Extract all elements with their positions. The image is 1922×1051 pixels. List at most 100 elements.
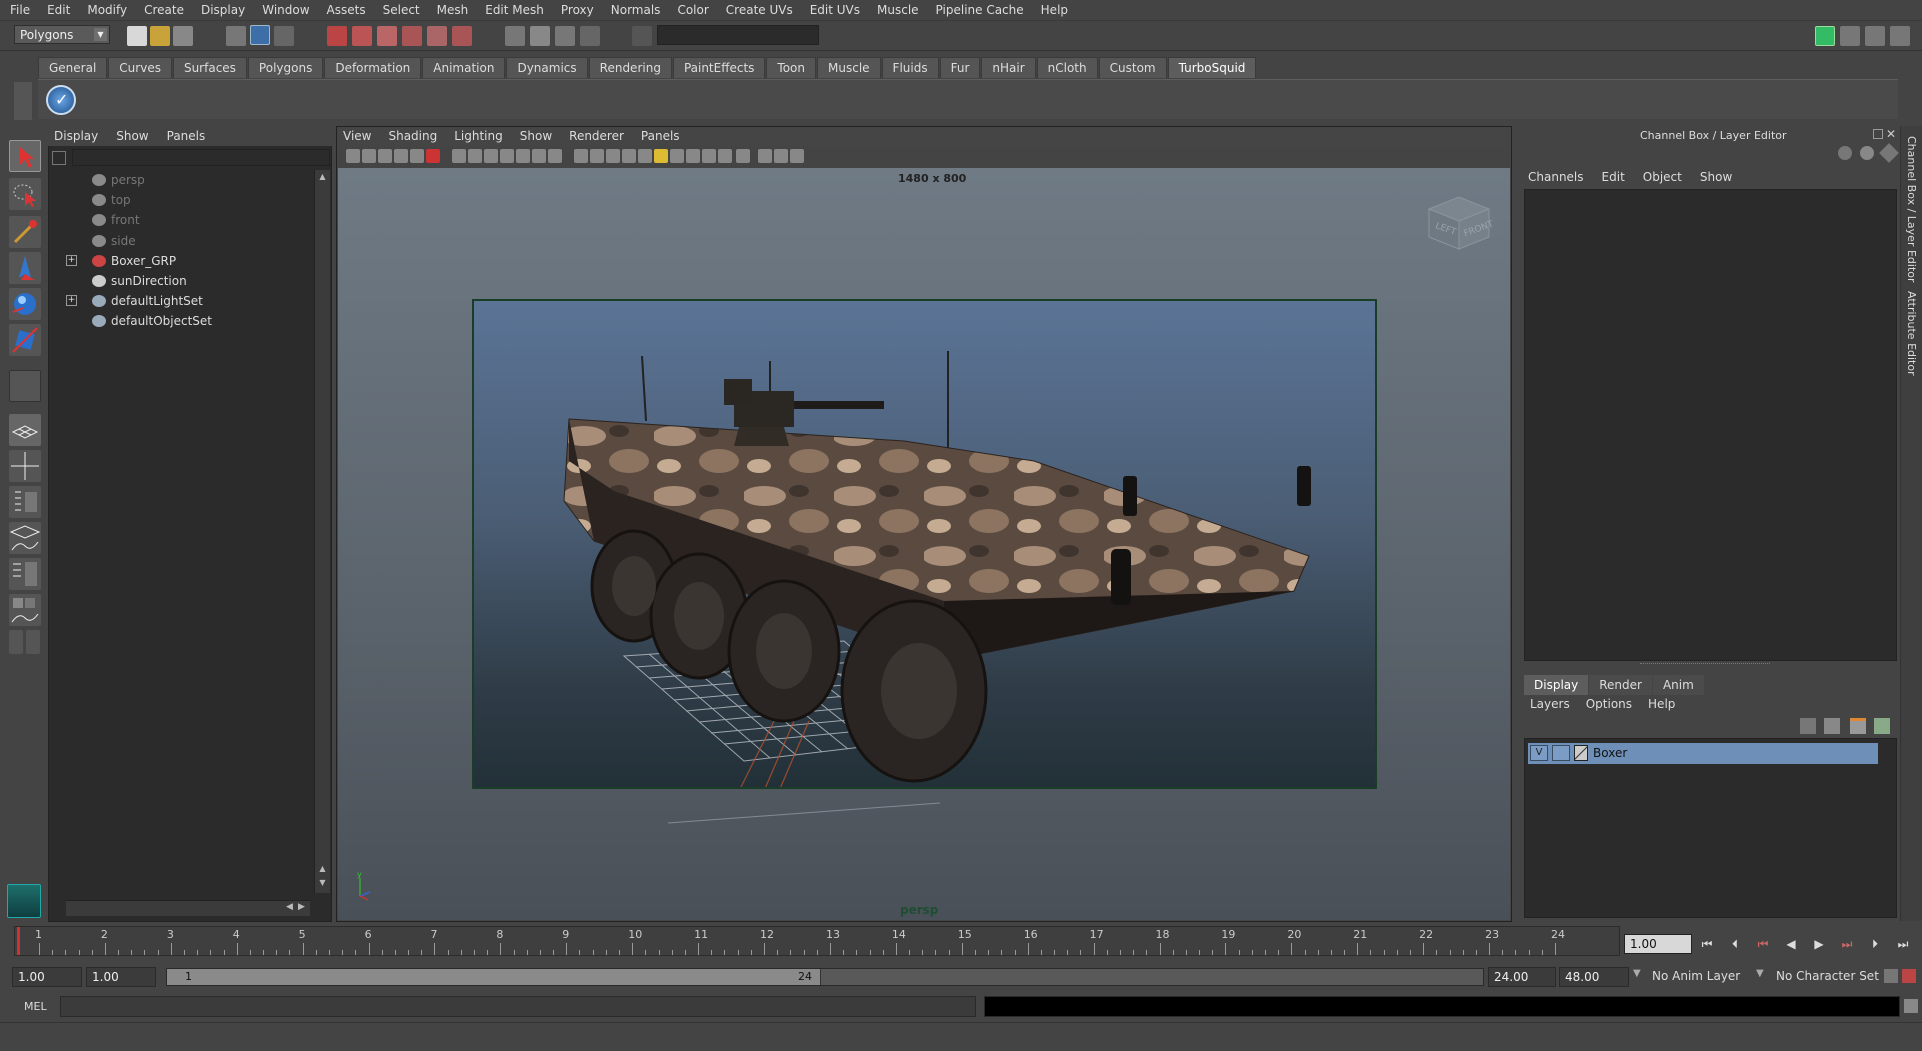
select-component-icon[interactable] [274,26,294,46]
shelf-tab-ncloth[interactable]: nCloth [1036,57,1098,78]
outliner-filter-field[interactable] [72,149,330,166]
attribute-editor-toggle-icon[interactable] [1840,26,1860,46]
outliner-item[interactable]: + Boxer_GRP [48,251,308,271]
shelf-tab-dynamics[interactable]: Dynamics [506,57,588,78]
safe-action-icon[interactable] [532,149,546,163]
layer-tab-anim[interactable]: Anim [1652,675,1704,695]
menu-window[interactable]: Window [262,3,309,17]
grid-icon[interactable] [452,149,466,163]
last-tool-icon[interactable] [9,370,41,402]
go-to-end-icon[interactable]: ⏭ [1894,936,1912,952]
outliner-item[interactable]: defaultObjectSet [48,311,308,331]
menu-select[interactable]: Select [383,3,420,17]
channel-menu-channels[interactable]: Channels [1528,170,1584,184]
bookmark-icon[interactable] [378,149,392,163]
step-forward-frame-icon[interactable]: ⏵ [1866,936,1884,952]
side-tab-channel-box[interactable]: Channel Box / Layer Editor [1905,136,1918,283]
menu-muscle[interactable]: Muscle [877,3,919,17]
scale-tool-icon[interactable] [9,324,41,356]
xray-icon[interactable] [758,149,772,163]
outliner-persp-layout-icon[interactable] [9,486,41,518]
select-tool-icon[interactable] [9,140,41,172]
float-panel-icon[interactable] [1873,129,1883,139]
menu-pipeline-cache[interactable]: Pipeline Cache [936,3,1024,17]
menu-set-selector[interactable]: Polygons ▼ [14,25,110,44]
pane-divider[interactable] [1640,663,1770,667]
viewport-menu-show[interactable]: Show [520,129,552,143]
menu-display[interactable]: Display [201,3,245,17]
new-scene-icon[interactable] [127,26,147,46]
manipulator-icon[interactable] [1838,146,1852,160]
shelf-options-icon[interactable] [14,82,32,120]
shelf-tab-curves[interactable]: Curves [108,57,172,78]
character-set-dropdown-icon[interactable]: ▼ [1756,968,1764,979]
step-back-frame-icon[interactable]: ⏴ [1726,936,1744,952]
film-gate-icon[interactable] [468,149,482,163]
single-pane-layout-icon[interactable] [9,414,41,446]
isolate-select-icon[interactable] [736,149,750,163]
camera-attributes-icon[interactable] [362,149,376,163]
menu-mesh[interactable]: Mesh [437,3,469,17]
menu-assets[interactable]: Assets [327,3,366,17]
channel-box-toggle-icon[interactable] [1890,26,1910,46]
layer-tab-render[interactable]: Render [1589,675,1652,695]
select-camera-icon[interactable] [346,149,360,163]
rotate-tool-icon[interactable] [9,288,41,320]
layout-toggle-icon[interactable] [1815,26,1835,46]
menu-proxy[interactable]: Proxy [561,3,594,17]
range-slider-handle[interactable]: 1 24 [167,969,821,985]
close-icon[interactable]: ✕ [1886,127,1896,141]
xray-joints-icon[interactable] [774,149,788,163]
layer-options-icon[interactable] [1874,718,1890,734]
viewport-menu-view[interactable]: View [343,129,371,143]
menu-edit-uvs[interactable]: Edit UVs [810,3,860,17]
shelf-tab-turbosquid[interactable]: TurboSquid [1167,57,1257,78]
step-forward-key-icon[interactable]: ⏭ [1838,936,1856,952]
command-input[interactable] [60,996,976,1017]
play-forwards-icon[interactable]: ▶ [1810,936,1828,952]
scroll-left-icon[interactable]: ◀ [286,902,293,912]
tool-settings-toggle-icon[interactable] [1865,26,1885,46]
menu-color[interactable]: Color [677,3,708,17]
shelf-tab-muscle[interactable]: Muscle [817,57,881,78]
default-material-icon[interactable] [606,149,620,163]
outliner-filter-icon[interactable] [52,151,66,165]
outliner-menu-display[interactable]: Display [54,129,98,143]
persp-graph-layout-icon[interactable] [9,594,41,626]
layer-tab-display[interactable]: Display [1524,675,1589,695]
custom-layout-2-icon[interactable] [26,630,40,654]
menu-normals[interactable]: Normals [611,3,661,17]
menu-help[interactable]: Help [1041,3,1068,17]
layer-color-swatch[interactable] [1574,745,1588,761]
animation-prefs-icon[interactable] [1902,969,1916,983]
viewport-menu-panels[interactable]: Panels [641,129,680,143]
textured-icon[interactable] [622,149,636,163]
outliner-menu-show[interactable]: Show [116,129,148,143]
layer-row-boxer[interactable]: V Boxer [1528,743,1878,764]
render-view-icon[interactable] [505,26,525,46]
hypershade-layout-icon[interactable] [9,558,41,590]
new-empty-layer-icon[interactable] [1824,718,1840,734]
select-hierarchy-icon[interactable] [226,26,246,46]
play-backwards-icon[interactable]: ◀ [1782,936,1800,952]
outliner-item[interactable]: sunDirection [48,271,308,291]
wireframe-icon[interactable] [574,149,588,163]
grease-pencil-icon[interactable] [426,149,440,163]
menu-file[interactable]: File [10,3,30,17]
snap-view-icon[interactable] [402,26,422,46]
auto-key-icon[interactable] [1884,969,1898,983]
input-field-mode-icon[interactable] [632,26,652,46]
shelf-tab-deformation[interactable]: Deformation [324,57,422,78]
time-slider[interactable]: 1 2 3 4 5 6 7 8 9 10 11 12 13 14 15 16 17 18 19 20 21 22 23 24 [14,926,1620,956]
step-back-key-icon[interactable]: ⏮ [1754,936,1772,952]
move-layer-up-icon[interactable] [1800,718,1816,734]
xray-components-icon[interactable] [790,149,804,163]
channel-menu-object[interactable]: Object [1643,170,1682,184]
layer-menu-options[interactable]: Options [1586,697,1632,711]
outliner-item[interactable]: + defaultLightSet [48,291,308,311]
scroll-bottom-icon[interactable]: ▼ [317,878,328,888]
current-time-marker[interactable] [17,927,20,955]
shelf-tab-surfaces[interactable]: Surfaces [172,57,247,78]
playback-end-field[interactable]: 24.00 [1488,967,1556,987]
viewport-menu-shading[interactable]: Shading [388,129,437,143]
